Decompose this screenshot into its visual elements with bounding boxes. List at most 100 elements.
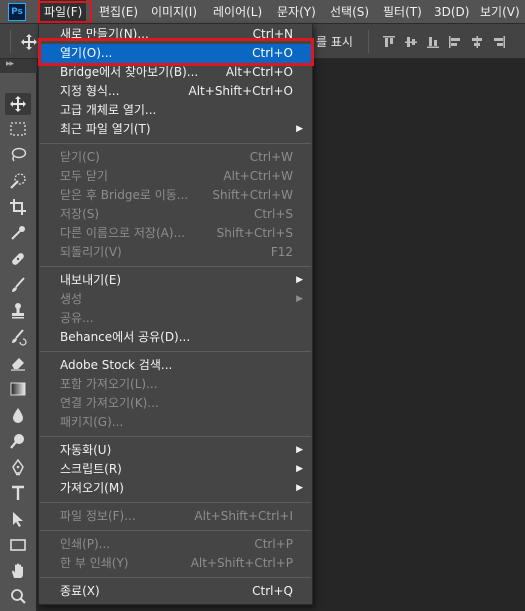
zoom-tool[interactable] bbox=[5, 586, 31, 608]
submenu-arrow-icon: ▶ bbox=[296, 124, 303, 134]
magnifier-icon bbox=[11, 589, 26, 604]
align-vertical-center-icon[interactable] bbox=[404, 35, 418, 49]
align-right-icon[interactable] bbox=[492, 35, 506, 49]
gradient-icon bbox=[10, 382, 26, 396]
quick-selection-tool[interactable] bbox=[5, 170, 31, 192]
align-left-icon[interactable] bbox=[448, 35, 462, 49]
file-menu-dropdown: 새로 만들기(N)... Ctrl+N 열기(O)... Ctrl+O Bridge… bbox=[38, 23, 313, 605]
photoshop-logo: Ps bbox=[8, 3, 26, 21]
menu-item-export[interactable]: 내보내기(E) ▶ bbox=[40, 271, 311, 290]
menu-separator bbox=[40, 530, 311, 531]
menu-item-automate[interactable]: 자동화(U) ▶ bbox=[40, 441, 311, 460]
collapse-arrows-icon[interactable]: ▸▸ bbox=[6, 59, 14, 69]
eraser-tool[interactable] bbox=[5, 352, 31, 374]
menu-image[interactable]: 이미지(I) bbox=[147, 0, 201, 24]
menu-file[interactable]: 파일(F) bbox=[40, 0, 87, 24]
menu-separator bbox=[40, 266, 311, 267]
gradient-tool[interactable] bbox=[5, 378, 31, 400]
eyedropper-tool[interactable] bbox=[5, 222, 31, 244]
dodge-icon bbox=[10, 434, 24, 449]
menu-item-open[interactable]: 열기(O)... Ctrl+O bbox=[40, 44, 311, 63]
blur-tool[interactable] bbox=[5, 404, 31, 426]
menu-item-close-all[interactable]: 모두 닫기 Alt+Ctrl+W bbox=[40, 167, 311, 186]
menu-item-open-recent[interactable]: 최근 파일 열기(T) ▶ bbox=[40, 120, 311, 139]
tools-panel bbox=[0, 73, 37, 611]
menu-3d[interactable]: 3D(D) bbox=[430, 0, 473, 24]
menu-item-place-linked[interactable]: 연결 가져오기(K)... bbox=[40, 394, 311, 413]
menu-item-save[interactable]: 저장(S) Ctrl+S bbox=[40, 205, 311, 224]
menu-select[interactable]: 선택(S) bbox=[326, 0, 373, 24]
path-selection-tool[interactable] bbox=[5, 508, 31, 530]
menu-bar: Ps 파일(F) 편집(E) 이미지(I) 레이어(L) 문자(Y) 선택(S)… bbox=[0, 0, 525, 24]
menu-item-scripts[interactable]: 스크립트(R) ▶ bbox=[40, 460, 311, 479]
eraser-icon bbox=[11, 358, 25, 371]
rectangular-marquee-icon bbox=[10, 122, 26, 136]
marquee-tool[interactable] bbox=[5, 118, 31, 140]
menu-item-print-one-copy[interactable]: 한 부 인쇄(Y) Alt+Shift+Ctrl+P bbox=[40, 554, 311, 573]
move-tool[interactable] bbox=[5, 93, 31, 115]
menu-item-package[interactable]: 패키지(G)... bbox=[40, 413, 311, 432]
hand-icon bbox=[12, 563, 23, 578]
menu-item-exit[interactable]: 종료(X) Ctrl+Q bbox=[40, 582, 311, 601]
menu-item-close[interactable]: 닫기(C) Ctrl+W bbox=[40, 148, 311, 167]
crop-tool[interactable] bbox=[5, 196, 31, 218]
lasso-tool[interactable] bbox=[5, 144, 31, 166]
healing-brush-tool[interactable] bbox=[5, 248, 31, 270]
clone-stamp-tool[interactable] bbox=[5, 300, 31, 322]
menu-item-share-on-behance[interactable]: Behance에서 공유(D)... bbox=[40, 328, 311, 347]
align-horizontal-center-icon[interactable] bbox=[470, 35, 484, 49]
menu-item-close-and-go-to-bridge[interactable]: 닫은 후 Bridge로 이동... Shift+Ctrl+W bbox=[40, 186, 311, 205]
move-icon[interactable] bbox=[20, 33, 38, 51]
hand-tool[interactable] bbox=[5, 560, 31, 582]
move-tool-icon bbox=[10, 96, 26, 112]
rectangle-tool[interactable] bbox=[5, 534, 31, 556]
history-brush-tool[interactable] bbox=[5, 326, 31, 348]
toolbar-header: ▸▸ bbox=[0, 59, 40, 73]
menu-type[interactable]: 문자(Y) bbox=[273, 0, 320, 24]
options-divider bbox=[368, 30, 369, 53]
lasso-icon bbox=[11, 147, 27, 162]
menu-separator bbox=[40, 577, 311, 578]
menu-separator bbox=[40, 143, 311, 144]
submenu-arrow-icon: ▶ bbox=[296, 294, 303, 304]
crop-icon bbox=[10, 199, 26, 215]
menu-separator bbox=[40, 436, 311, 437]
menu-view[interactable]: 보기(V) bbox=[476, 0, 524, 24]
align-bottom-icon[interactable] bbox=[426, 35, 440, 49]
menu-item-file-info[interactable]: 파일 정보(F)... Alt+Shift+Ctrl+I bbox=[40, 507, 311, 526]
menu-edit[interactable]: 편집(E) bbox=[95, 0, 142, 24]
rectangle-icon bbox=[10, 539, 26, 551]
pen-icon bbox=[12, 458, 24, 476]
show-transform-controls-label[interactable]: 를 표시 bbox=[316, 33, 353, 50]
menu-item-new[interactable]: 새로 만들기(N)... Ctrl+N bbox=[40, 25, 311, 44]
menu-item-browse-in-bridge[interactable]: Bridge에서 찾아보기(B)... Alt+Ctrl+O bbox=[40, 63, 311, 82]
menu-item-print[interactable]: 인쇄(P)... Ctrl+P bbox=[40, 535, 311, 554]
menu-item-save-as[interactable]: 다른 이름으로 저장(A)... Shift+Ctrl+S bbox=[40, 224, 311, 243]
menu-item-share[interactable]: 공유... bbox=[40, 309, 311, 328]
pen-tool[interactable] bbox=[5, 456, 31, 478]
options-divider bbox=[10, 30, 11, 53]
brush-icon bbox=[12, 277, 25, 292]
type-icon bbox=[12, 485, 24, 500]
submenu-arrow-icon: ▶ bbox=[296, 445, 303, 455]
dodge-tool[interactable] bbox=[5, 430, 31, 452]
quick-selection-icon bbox=[10, 173, 26, 189]
eyedropper-icon bbox=[11, 226, 25, 240]
menu-separator bbox=[40, 502, 311, 503]
bandage-icon bbox=[12, 253, 24, 265]
type-tool[interactable] bbox=[5, 482, 31, 504]
arrow-cursor-icon bbox=[13, 512, 23, 527]
menu-item-generate[interactable]: 생성 ▶ bbox=[40, 290, 311, 309]
menu-item-open-as-smart-object[interactable]: 고급 개체로 열기... bbox=[40, 101, 311, 120]
menu-item-search-adobe-stock[interactable]: Adobe Stock 검색... bbox=[40, 356, 311, 375]
menu-item-import[interactable]: 가져오기(M) ▶ bbox=[40, 479, 311, 498]
menu-item-open-as[interactable]: 지정 형식... Alt+Shift+Ctrl+O bbox=[40, 82, 311, 101]
brush-tool[interactable] bbox=[5, 274, 31, 296]
menu-item-revert[interactable]: 되돌리기(V) F12 bbox=[40, 243, 311, 262]
align-top-icon[interactable] bbox=[382, 35, 396, 49]
water-drop-icon bbox=[13, 408, 23, 423]
menu-layer[interactable]: 레이어(L) bbox=[209, 0, 266, 24]
menu-filter[interactable]: 필터(T) bbox=[379, 0, 426, 24]
stamp-icon bbox=[12, 303, 24, 319]
menu-item-place-embedded[interactable]: 포함 가져오기(L)... bbox=[40, 375, 311, 394]
